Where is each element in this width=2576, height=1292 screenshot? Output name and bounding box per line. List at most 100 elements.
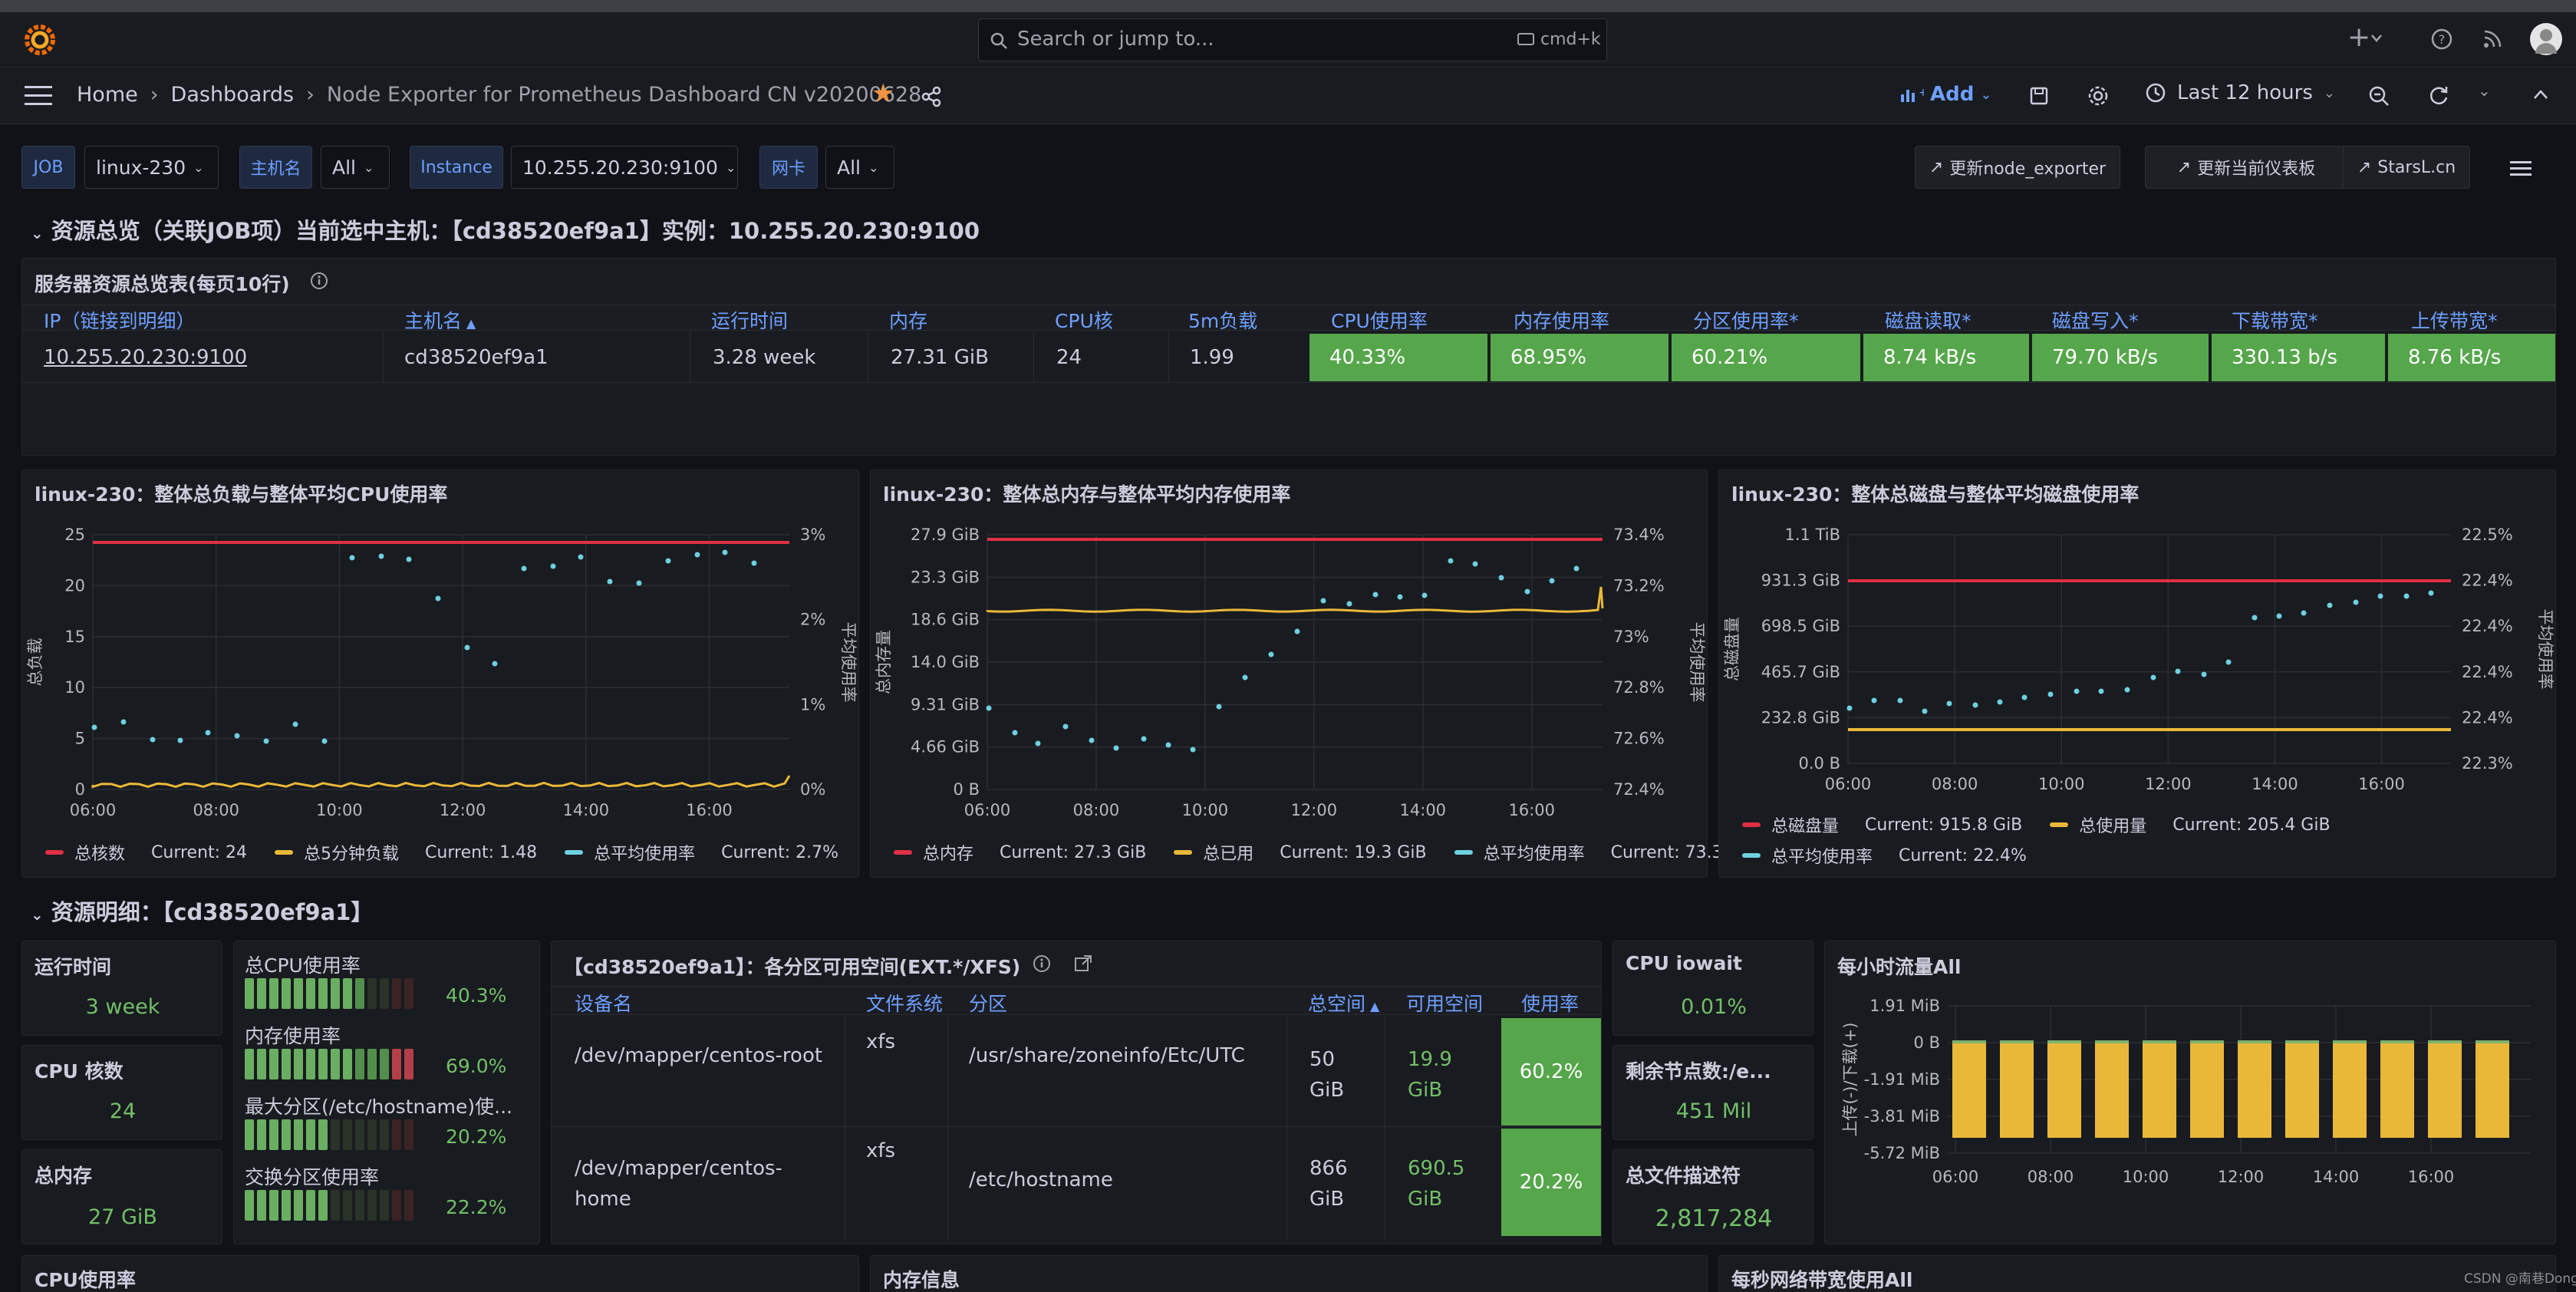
refresh-icon[interactable] bbox=[2427, 84, 2450, 107]
menu-hamburger-icon[interactable] bbox=[25, 86, 52, 106]
data-point bbox=[1216, 704, 1222, 710]
legend-current: Current: 19.3 GiB bbox=[1280, 842, 1427, 862]
refresh-interval-chevron-icon[interactable]: ⌄ bbox=[2478, 81, 2491, 100]
th-load5[interactable]: 5m负载 bbox=[1188, 306, 1257, 334]
link-update-dashboard[interactable]: ↗ 更新当前仪表板 bbox=[2145, 146, 2347, 189]
info-icon[interactable] bbox=[1032, 954, 1052, 974]
th-device[interactable]: 设备名 bbox=[575, 989, 632, 1017]
y-tick-label: -5.72 MiB bbox=[1864, 1144, 1940, 1162]
chart-legend: 总核数 Current: 24 总5分钟负载 Current: 1.48 总平均使用率 C… bbox=[45, 840, 838, 865]
gauge-cell bbox=[269, 1190, 278, 1221]
gauge-value: 22.2% bbox=[446, 1196, 507, 1218]
chart-load-cpu[interactable]: 25 20 15 10 5 0 3% 2% 1% 0% 06:00 08:00 10:00 12:00 14… bbox=[22, 501, 858, 823]
breadcrumb-home[interactable]: Home bbox=[77, 83, 138, 107]
data-point bbox=[1549, 578, 1555, 584]
var-select-host[interactable]: All ⌄ bbox=[321, 146, 390, 189]
help-icon[interactable]: ? bbox=[2430, 28, 2453, 51]
legend-item[interactable]: 总已用 Current: 19.3 GiB bbox=[1174, 840, 1427, 865]
var-select-nic[interactable]: All ⌄ bbox=[825, 146, 894, 189]
th-partition-usage[interactable]: 分区使用率* bbox=[1693, 306, 1799, 334]
cell-device: /dev/mapper/centos-home bbox=[575, 1157, 782, 1211]
new-plus-icon[interactable]: + bbox=[2347, 21, 2370, 53]
legend-item[interactable]: 总5分钟负载 Current: 1.48 bbox=[275, 840, 537, 865]
zoom-out-icon[interactable] bbox=[2367, 84, 2390, 107]
data-point bbox=[234, 733, 240, 739]
panel-title: 【cd38520ef9a1】：各分区可用空间(EXT.*/XFS) bbox=[564, 956, 1021, 978]
external-link-icon[interactable] bbox=[1073, 954, 1093, 974]
y-tick-label: 18.6 GiB bbox=[911, 611, 980, 629]
stat-title: CPU iowait bbox=[1626, 952, 1742, 974]
gauge-cell bbox=[392, 1119, 401, 1150]
link-update-exporter[interactable]: ↗ 更新node_exporter bbox=[1915, 146, 2120, 189]
y-axis-label: 总负载 bbox=[26, 638, 44, 687]
settings-gear-icon[interactable] bbox=[2087, 84, 2110, 107]
data-point bbox=[2377, 593, 2383, 599]
traffic-bar-download bbox=[2476, 1040, 2509, 1043]
legend-item[interactable]: 总平均使用率 Current: 73.3% bbox=[1454, 840, 1739, 865]
avatar[interactable] bbox=[2530, 23, 2562, 55]
breadcrumb-dashboards[interactable]: Dashboards bbox=[171, 83, 295, 107]
gauge-cell bbox=[367, 1119, 377, 1150]
legend-item[interactable]: 总核数 Current: 24 bbox=[45, 840, 247, 865]
th-mountpoint[interactable]: 分区 bbox=[969, 989, 1007, 1017]
cell-ip-link[interactable]: 10.255.20.230:9100 bbox=[44, 346, 247, 369]
row-header-details[interactable]: ⌄ 资源明细：【cd38520ef9a1】 bbox=[31, 895, 373, 927]
th-mem-usage[interactable]: 内存使用率 bbox=[1514, 306, 1609, 334]
legend-item[interactable]: 总平均使用率 Current: 22.4% bbox=[1742, 843, 2027, 868]
gauge-cell bbox=[355, 1119, 364, 1150]
chart-disk[interactable]: 1.1 TiB 931.3 GiB 698.5 GiB 465.7 GiB 232.8 … bbox=[1719, 501, 2555, 823]
th-disk-write[interactable]: 磁盘写入* bbox=[2052, 306, 2139, 334]
th-filesystem[interactable]: 文件系统 bbox=[866, 989, 943, 1017]
th-uptime[interactable]: 运行时间 bbox=[711, 306, 788, 334]
th-memory[interactable]: 内存 bbox=[889, 306, 927, 334]
data-point bbox=[2047, 691, 2054, 697]
chevron-down-icon[interactable] bbox=[2370, 34, 2383, 43]
cell-usage: 20.2% bbox=[1501, 1129, 1601, 1236]
th-cpu-usage[interactable]: CPU使用率 bbox=[1331, 306, 1428, 334]
th-disk-read[interactable]: 磁盘读取* bbox=[1885, 306, 1972, 334]
th-hostname-label: 主机名 bbox=[404, 310, 463, 332]
gauge-cell bbox=[269, 1049, 278, 1079]
legend-name: 总内存 bbox=[923, 845, 974, 864]
traffic-bar-download bbox=[2333, 1040, 2367, 1043]
cell-load5: 1.99 bbox=[1190, 346, 1234, 369]
gauge-value: 20.2% bbox=[446, 1126, 507, 1148]
link-starsl[interactable]: ↗ StarsL.cn bbox=[2343, 146, 2470, 189]
share-icon[interactable] bbox=[921, 86, 942, 107]
external-link-icon: ↗ bbox=[1929, 157, 1944, 177]
add-button[interactable]: + Add ⌄ bbox=[1899, 83, 1991, 106]
legend-item[interactable]: 总平均使用率 Current: 2.7% bbox=[565, 840, 838, 865]
search-input[interactable]: Search or jump to... cmd+k bbox=[978, 18, 1607, 61]
var-select-job[interactable]: linux-230 ⌄ bbox=[84, 146, 219, 189]
star-favorite-icon[interactable]: ★ bbox=[871, 78, 894, 109]
chart-hourly-traffic[interactable]: 1.91 MiB 0 B -1.91 MiB -3.81 MiB -5.72 MiB 06… bbox=[1825, 975, 2555, 1244]
data-point bbox=[607, 578, 613, 585]
var-select-instance[interactable]: 10.255.20.230:9100 ⌄ bbox=[511, 146, 738, 189]
collapse-chevron-up-icon[interactable] bbox=[2533, 89, 2548, 100]
stat-panel-inodes: 剩余节点数:/e... 451 Mil bbox=[1612, 1045, 1813, 1140]
data-point bbox=[1397, 594, 1403, 600]
th-usage[interactable]: 使用率 bbox=[1521, 989, 1579, 1017]
save-icon[interactable] bbox=[2029, 86, 2049, 106]
traffic-bar-download bbox=[2380, 1040, 2414, 1043]
links-menu-icon[interactable] bbox=[2510, 161, 2532, 176]
th-total[interactable]: 总空间 ▲ bbox=[1308, 989, 1379, 1017]
th-available[interactable]: 可用空间 bbox=[1406, 989, 1483, 1017]
data-point bbox=[292, 721, 298, 727]
th-download[interactable]: 下载带宽* bbox=[2232, 306, 2318, 334]
th-ip[interactable]: IP（链接到明细） bbox=[44, 306, 195, 334]
rss-news-icon[interactable] bbox=[2481, 28, 2504, 51]
th-upload[interactable]: 上传带宽* bbox=[2411, 306, 2498, 334]
time-range-picker[interactable]: Last 12 hours ⌄ bbox=[2145, 81, 2335, 104]
grafana-logo-icon[interactable] bbox=[23, 23, 57, 57]
legend-item[interactable]: 总使用量 Current: 205.4 GiB bbox=[2050, 812, 2331, 837]
stat-value: 24 bbox=[109, 1099, 137, 1123]
th-hostname[interactable]: 主机名 ▲ bbox=[404, 306, 476, 334]
y2-tick-label: 0% bbox=[800, 780, 825, 799]
info-icon[interactable] bbox=[309, 271, 329, 291]
legend-item[interactable]: 总内存 Current: 27.3 GiB bbox=[894, 840, 1146, 865]
th-cpu-cores[interactable]: CPU核 bbox=[1055, 306, 1113, 334]
row-header-overview[interactable]: ⌄ 资源总览（关联JOB项）当前选中主机：【cd38520ef9a1】实例：10.… bbox=[31, 213, 980, 246]
chart-memory[interactable]: 27.9 GiB 23.3 GiB 18.6 GiB 14.0 GiB 9.31 GiB… bbox=[871, 501, 1707, 823]
legend-item[interactable]: 总磁盘量 Current: 915.8 GiB bbox=[1742, 812, 2022, 837]
